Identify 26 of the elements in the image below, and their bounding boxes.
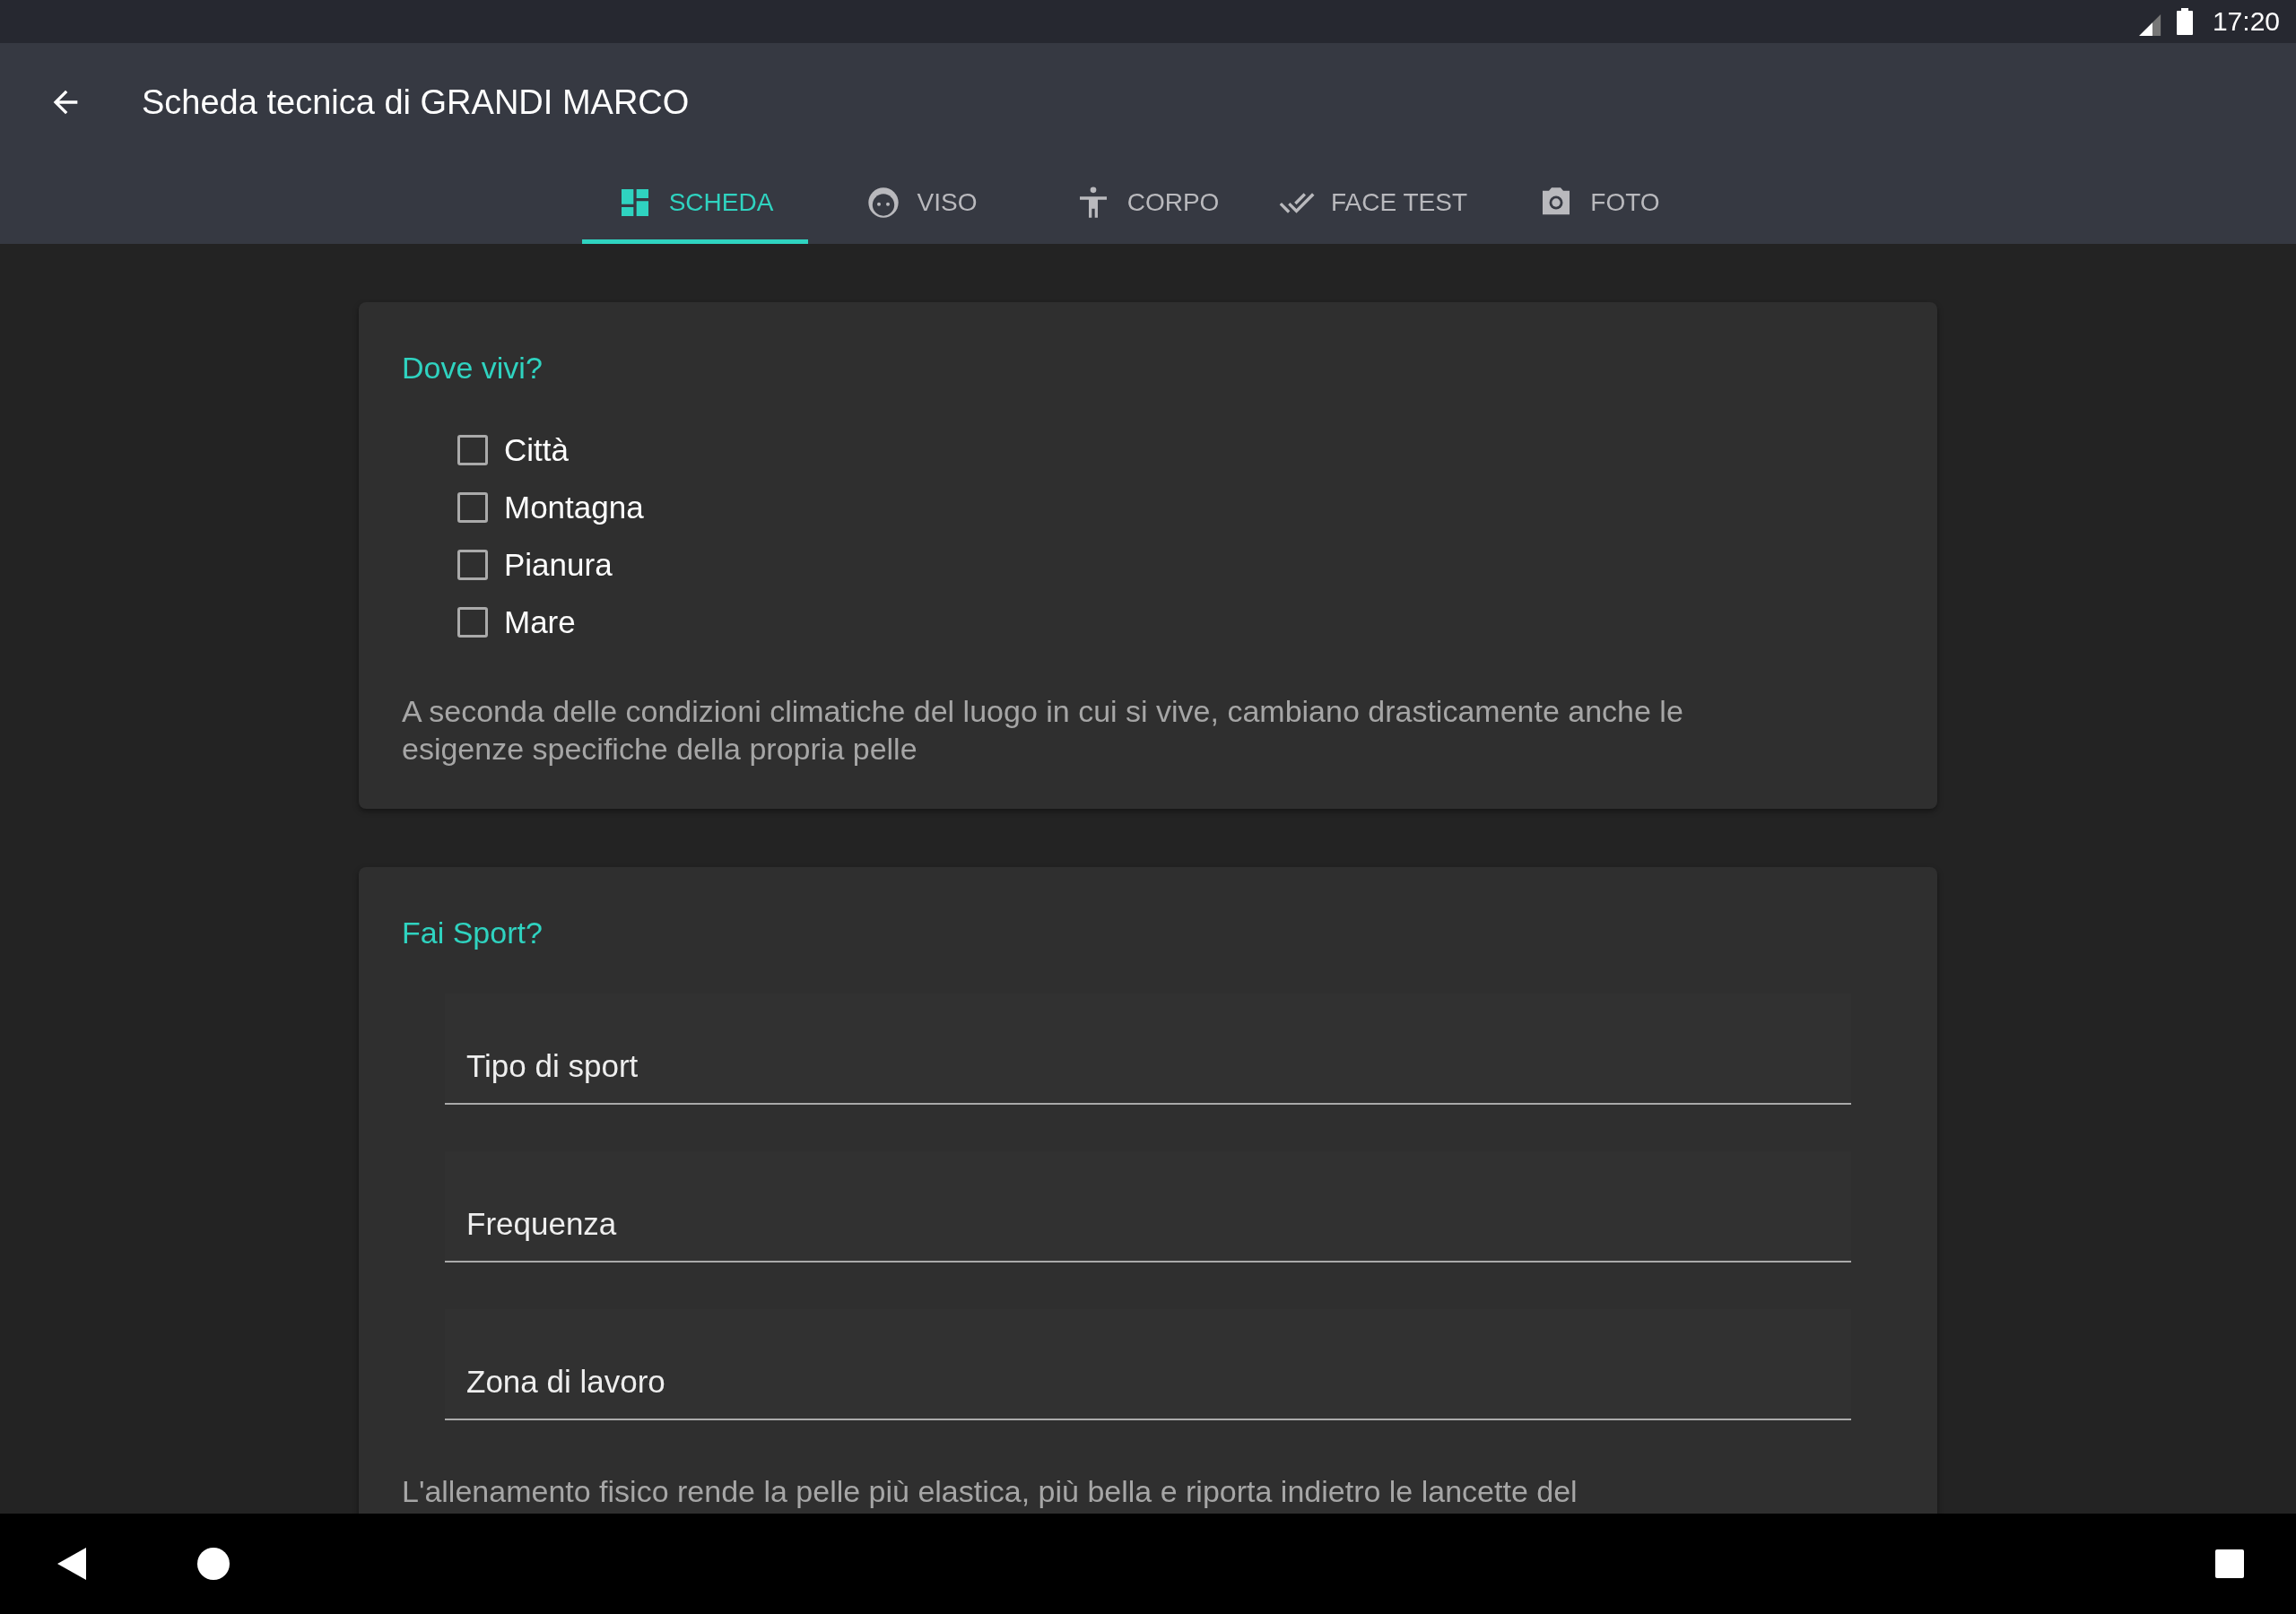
checkbox[interactable] [457, 435, 488, 465]
home-nav-icon[interactable] [197, 1548, 230, 1580]
tab[interactable]: CORPO [1034, 161, 1260, 244]
checkbox-option[interactable]: Pianura [457, 547, 613, 583]
checkbox-option[interactable]: Mare [457, 604, 576, 640]
checkbox[interactable] [457, 607, 488, 638]
option-label: Montagna [504, 490, 644, 525]
card-note: A seconda delle condizioni climatiche del luogo in cui si vive, cambiano drasticamente anche le esigenze specifiche della propria pelle [402, 693, 1684, 768]
card-title: Dove vivi? [402, 351, 544, 386]
checkbox-option[interactable]: Città [457, 432, 569, 468]
option-label: Città [504, 432, 569, 468]
tab[interactable]: SCHEDA [582, 161, 808, 244]
tab[interactable]: VISO [808, 161, 1034, 244]
checkbox-option[interactable]: Montagna [457, 490, 644, 525]
status-time: 17:20 [2212, 6, 2280, 37]
checkbox[interactable] [457, 550, 488, 580]
card-note: L'allenamento fisico rende la pelle più elastica, più bella e riporta indietro le lancette del [402, 1473, 1578, 1510]
screen-title: Scheda tecnica di GRANDI MARCO [142, 82, 690, 122]
option-label: Pianura [504, 547, 613, 583]
option-label: Mare [504, 604, 576, 640]
tab[interactable]: FOTO [1486, 161, 1712, 244]
battery-icon [2176, 8, 2193, 35]
checkbox[interactable] [457, 492, 488, 523]
back-nav-icon[interactable] [57, 1548, 86, 1580]
card-title: Fai Sport? [402, 915, 544, 950]
tab[interactable]: FACE TEST [1260, 161, 1486, 244]
